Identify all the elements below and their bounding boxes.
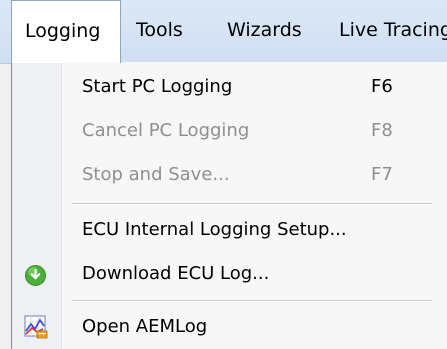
menu-item-label: ECU Internal Logging Setup... xyxy=(82,219,347,240)
menu-bar: Logging Tools Wizards Live Tracing xyxy=(0,0,447,64)
menu-item-label: Start PC Logging xyxy=(82,76,233,97)
menu-item-label: Cancel PC Logging xyxy=(82,120,250,141)
aemlog-icon xyxy=(24,315,48,339)
menu-item-ecu-internal-logging-setup[interactable]: ECU Internal Logging Setup... xyxy=(12,208,447,252)
menubar-logging[interactable]: Logging xyxy=(11,0,121,63)
menubar-wizards[interactable]: Wizards xyxy=(227,0,302,63)
menu-item-cancel-pc-logging: Cancel PC Logging F8 xyxy=(12,109,447,153)
menu-item-label: Open AEMLog xyxy=(82,316,208,337)
menu-separator xyxy=(72,300,432,302)
menubar-live-tracing[interactable]: Live Tracing xyxy=(339,0,447,63)
menu-item-shortcut: F8 xyxy=(371,120,393,141)
menu-item-shortcut: F6 xyxy=(371,76,393,97)
menu-item-stop-and-save: Stop and Save... F7 xyxy=(12,153,447,197)
menu-separator xyxy=(72,203,432,205)
menubar-tools[interactable]: Tools xyxy=(136,0,183,63)
menu-item-open-aemlog[interactable]: Open AEMLog xyxy=(12,305,447,349)
menu-item-start-pc-logging[interactable]: Start PC Logging F6 xyxy=(12,65,447,109)
menu-item-label: Download ECU Log... xyxy=(82,263,270,284)
menu-item-label: Stop and Save... xyxy=(82,164,230,185)
menu-item-shortcut: F7 xyxy=(371,164,393,185)
menu-item-download-ecu-log[interactable]: Download ECU Log... xyxy=(12,252,447,296)
logging-dropdown-menu: Start PC Logging F6 Cancel PC Logging F8… xyxy=(11,62,447,349)
download-icon xyxy=(25,265,46,286)
